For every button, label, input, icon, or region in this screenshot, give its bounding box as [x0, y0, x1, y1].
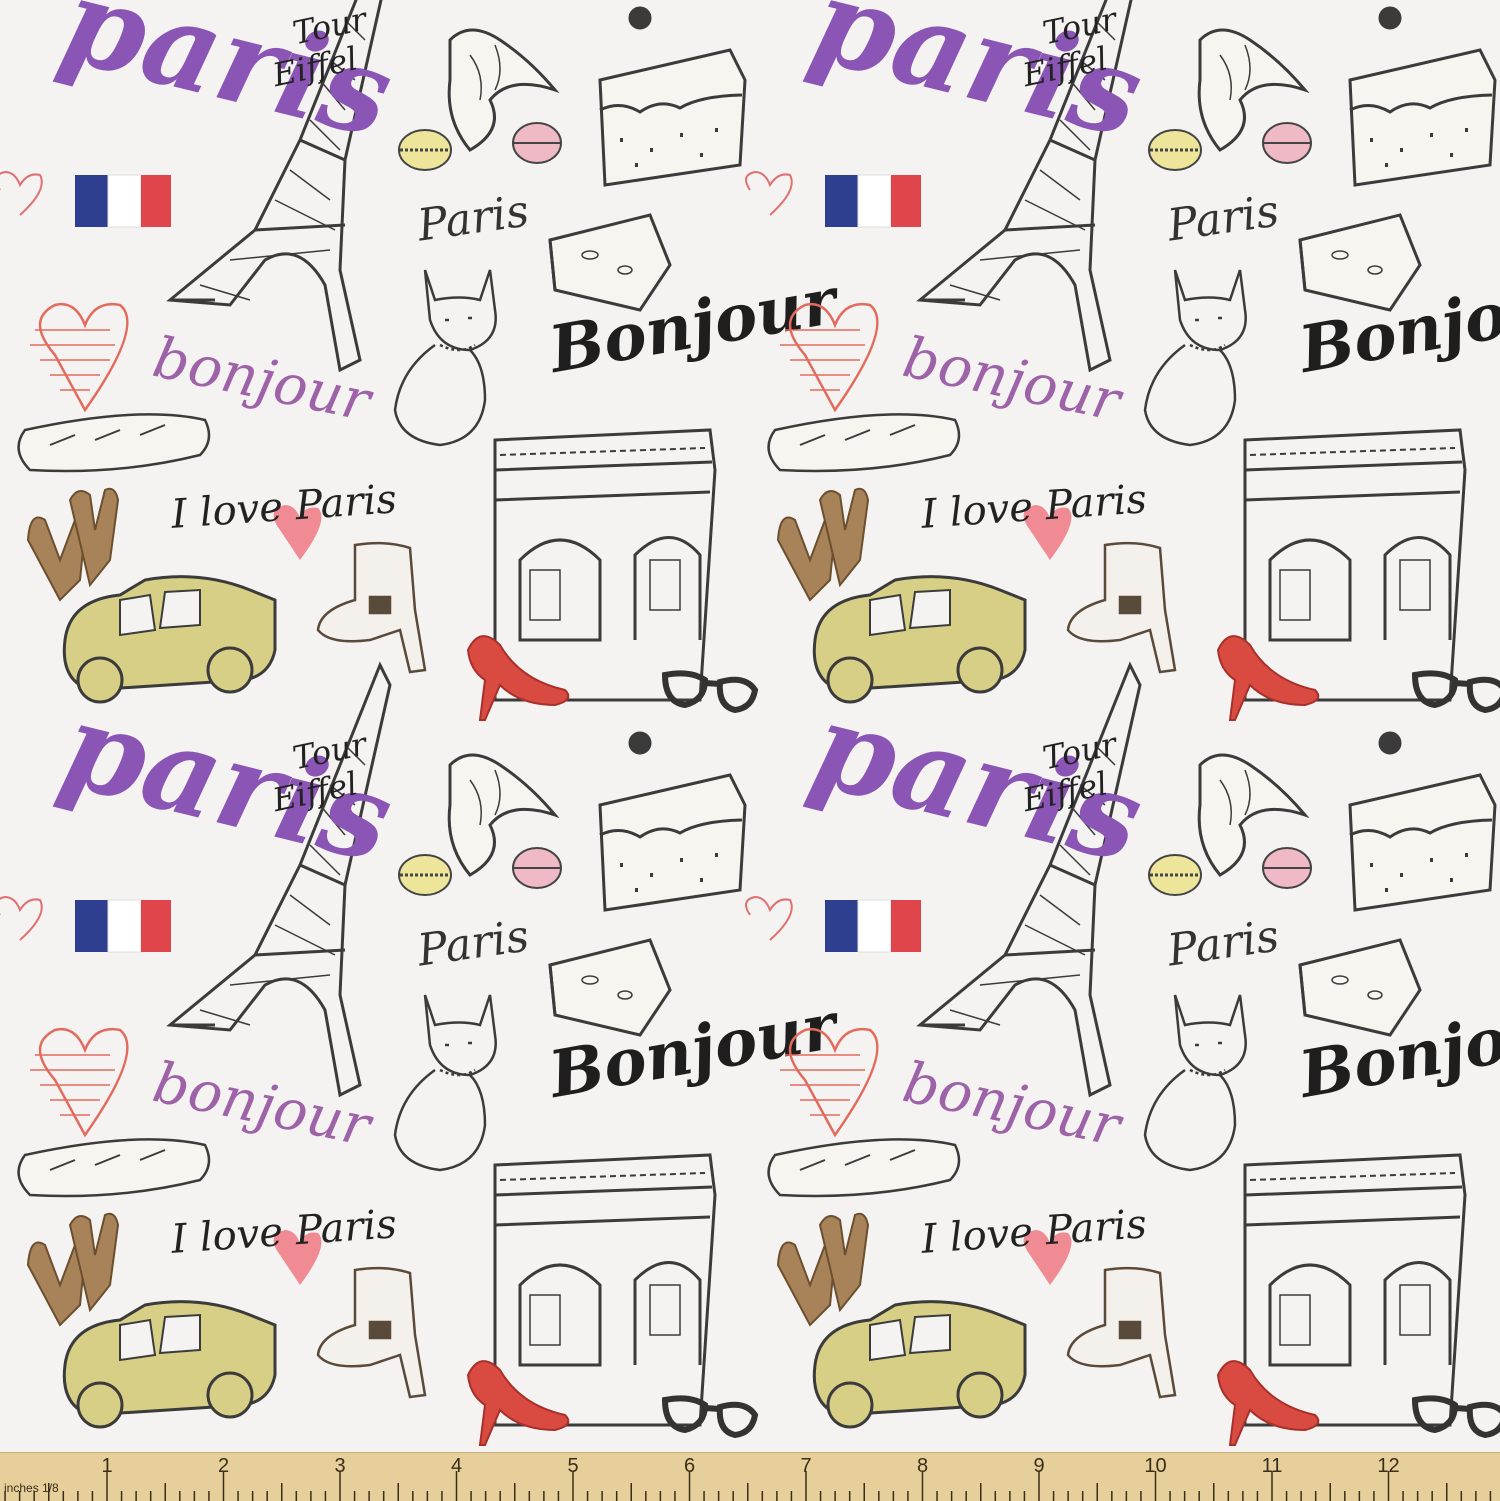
ruler-number: 1: [101, 1455, 113, 1477]
heart-icon: [745, 170, 793, 216]
ruler-number: 6: [683, 1455, 696, 1477]
heart-icon: [780, 1027, 879, 1138]
heart-icon: [0, 170, 43, 216]
cake-slice-icon: [1348, 731, 1497, 912]
glasses-icon: [661, 1395, 759, 1439]
cat-icon: [1143, 994, 1247, 1172]
ankle-boot-icon: [1066, 1266, 1177, 1399]
pattern-tile: paris Tour Eiffel Paris Bonjour bonjour …: [745, 661, 1500, 1450]
arc-de-triomphe-icon: [493, 1153, 717, 1427]
red-high-heel-icon: [1216, 635, 1320, 721]
ankle-boot-icon: [1066, 541, 1177, 674]
glasses-icon: [1411, 670, 1500, 714]
cat-icon: [393, 269, 497, 447]
french-flag-icon: [825, 174, 921, 228]
baguette-icon: [767, 413, 961, 473]
retro-car-icon: [812, 1300, 1027, 1429]
ankle-boot-icon: [316, 541, 427, 674]
cat-icon: [393, 994, 497, 1172]
glasses-icon: [1411, 1395, 1500, 1439]
ruler-number: 11: [1261, 1455, 1283, 1477]
gloves-icon: [776, 1212, 870, 1327]
ruler-number: 9: [1033, 1455, 1045, 1477]
gloves-icon: [776, 487, 870, 602]
ruler-number: 5: [567, 1455, 579, 1477]
french-flag-icon: [75, 174, 171, 228]
arc-de-triomphe-icon: [493, 428, 717, 702]
glasses-icon: [661, 670, 759, 714]
arc-de-triomphe-icon: [1243, 1153, 1467, 1427]
ruler-number: 7: [800, 1455, 812, 1477]
baguette-icon: [17, 1138, 211, 1198]
ankle-boot-icon: [316, 1266, 427, 1399]
red-high-heel-icon: [466, 635, 570, 721]
pattern-tile: paris Tour Eiffel Paris Bonjour bonjour …: [0, 0, 842, 725]
ruler-number: 4: [450, 1455, 463, 1477]
french-flag-icon: [75, 899, 171, 953]
fabric-pattern: paris Tour Eiffel Paris Bonjour bonjour …: [0, 0, 1500, 1452]
baguette-icon: [767, 1138, 961, 1198]
red-high-heel-icon: [466, 1360, 570, 1446]
cake-slice-icon: [598, 731, 747, 912]
pattern-tile: paris Tour Eiffel Paris Bonjour bonjour …: [0, 661, 842, 1450]
ruler-unit-label: inches 1/8: [4, 1481, 59, 1495]
retro-car-icon: [62, 1300, 277, 1429]
french-flag-icon: [825, 899, 921, 953]
ruler-number: 2: [217, 1455, 230, 1477]
red-high-heel-icon: [1216, 1360, 1320, 1446]
arc-de-triomphe-icon: [1243, 428, 1467, 702]
cake-slice-icon: [598, 6, 747, 187]
pattern-tile: paris Tour Eiffel Paris Bonjour bonjour …: [745, 0, 1500, 725]
heart-icon: [780, 302, 879, 413]
ruler-number: 10: [1144, 1455, 1167, 1477]
heart-icon: [0, 895, 43, 941]
gloves-icon: [26, 487, 120, 602]
cat-icon: [1143, 269, 1247, 447]
ruler-number: 12: [1377, 1455, 1400, 1477]
ruler-number: 8: [916, 1455, 929, 1477]
measuring-ruler: inches 1/8 1234567891011121: [0, 1452, 1500, 1501]
gloves-icon: [26, 1212, 120, 1327]
heart-icon: [30, 1027, 129, 1138]
cake-slice-icon: [1348, 6, 1497, 187]
heart-icon: [30, 302, 129, 413]
heart-icon: [745, 895, 793, 941]
ruler-number: 3: [334, 1455, 346, 1477]
baguette-icon: [17, 413, 211, 473]
